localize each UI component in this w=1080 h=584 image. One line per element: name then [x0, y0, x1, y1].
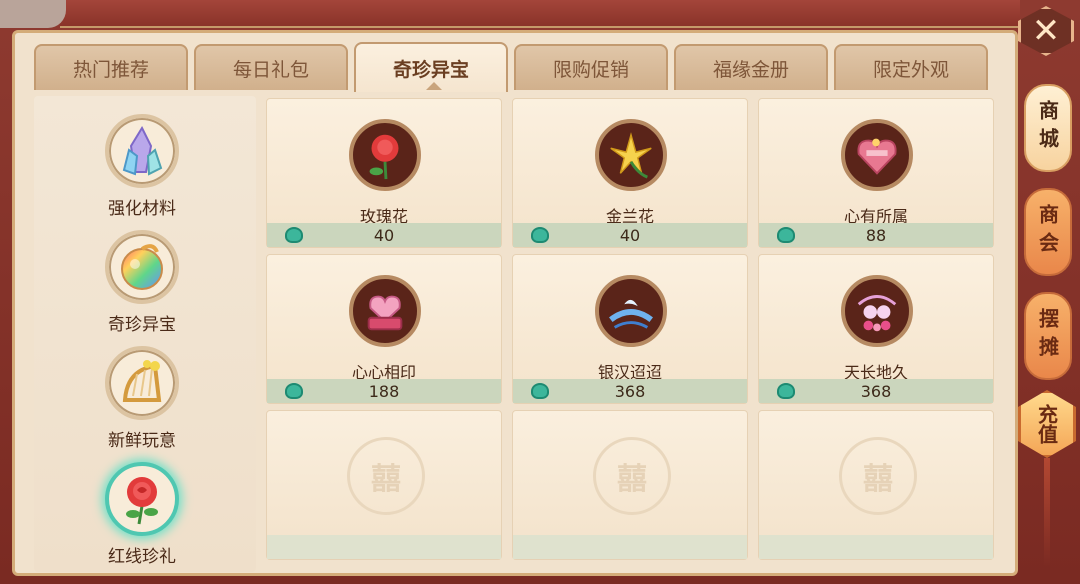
jade-icon: [531, 383, 549, 399]
price-bar: 40: [267, 223, 501, 247]
item-card-everlasting[interactable]: 天长地久 368: [758, 254, 994, 404]
corner-ornament: [0, 0, 66, 28]
jade-icon: [285, 227, 303, 243]
item-price: 88: [865, 225, 887, 245]
price-bar: 368: [513, 379, 747, 403]
price-bar: 40: [513, 223, 747, 247]
item-card-heart-box[interactable]: 心有所属 88: [758, 98, 994, 248]
category-label: 强化材料: [108, 199, 176, 219]
item-card-heart-chest[interactable]: 心心相印 188: [266, 254, 502, 404]
empty-price-bar: [513, 535, 747, 559]
top-bar: [60, 0, 1020, 28]
harp-icon: [105, 346, 179, 420]
jade-icon: [777, 383, 795, 399]
category-red-thread-gifts[interactable]: 红线珍礼: [34, 462, 250, 574]
empty-slot: 囍: [512, 410, 748, 560]
item-card-lily[interactable]: 金兰花 40: [512, 98, 748, 248]
double-happiness-seal: 囍: [347, 437, 425, 515]
price-bar: 188: [267, 379, 501, 403]
bird-bridge-icon: [595, 275, 667, 347]
empty-price-bar: [759, 535, 993, 559]
category-rare-treasures[interactable]: 奇珍异宝: [34, 230, 250, 342]
category-label: 奇珍异宝: [108, 315, 176, 335]
item-card-rose[interactable]: 玫瑰花 40: [266, 98, 502, 248]
empty-price-bar: [267, 535, 501, 559]
crystal-icon: [105, 114, 179, 188]
side-tab-stall[interactable]: 摆摊: [1024, 292, 1072, 380]
lovebirds-icon: [841, 275, 913, 347]
jade-icon: [777, 227, 795, 243]
double-happiness-seal: 囍: [839, 437, 917, 515]
tassel-ornament: [1044, 458, 1050, 568]
tab-limited-appearance[interactable]: 限定外观: [834, 44, 988, 90]
jade-icon: [285, 383, 303, 399]
heart-box-icon: [841, 119, 913, 191]
jade-icon: [531, 227, 549, 243]
item-price: 40: [373, 225, 395, 245]
tab-daily-pack[interactable]: 每日礼包: [194, 44, 348, 90]
side-tab-guild-shop[interactable]: 商会: [1024, 188, 1072, 276]
category-label: 新鲜玩意: [108, 431, 176, 451]
price-bar: 368: [759, 379, 993, 403]
category-label: 红线珍礼: [108, 547, 176, 567]
item-price: 188: [368, 381, 400, 401]
price-bar: 88: [759, 223, 993, 247]
tab-fortune-book[interactable]: 福缘金册: [674, 44, 828, 90]
empty-slot: 囍: [266, 410, 502, 560]
category-sidebar: 强化材料 奇珍异宝 新鲜玩意 红线珍礼: [34, 96, 256, 572]
item-grid: 玫瑰花 40 金兰花 40 心有所属 88 心心相印 188 银汉迢迢 368 …: [266, 98, 996, 568]
tab-rare-treasures[interactable]: 奇珍异宝: [354, 42, 508, 92]
side-tab-mall[interactable]: 商城: [1024, 84, 1072, 172]
lily-icon: [595, 119, 667, 191]
item-price: 40: [619, 225, 641, 245]
category-enhance-materials[interactable]: 强化材料: [34, 114, 250, 226]
item-price: 368: [614, 381, 646, 401]
rose-icon: [349, 119, 421, 191]
tab-hot-recommend[interactable]: 热门推荐: [34, 44, 188, 90]
item-card-silver-river[interactable]: 银汉迢迢 368: [512, 254, 748, 404]
item-price: 368: [860, 381, 892, 401]
heart-chest-icon: [349, 275, 421, 347]
tab-limited-sale[interactable]: 限购促销: [514, 44, 668, 90]
rainbow-orb-icon: [105, 230, 179, 304]
empty-slot: 囍: [758, 410, 994, 560]
tab-bar: 热门推荐 每日礼包 奇珍异宝 限购促销 福缘金册 限定外观: [34, 42, 994, 92]
category-fresh-novelties[interactable]: 新鲜玩意: [34, 346, 250, 458]
rose-icon: [105, 462, 179, 536]
double-happiness-seal: 囍: [593, 437, 671, 515]
